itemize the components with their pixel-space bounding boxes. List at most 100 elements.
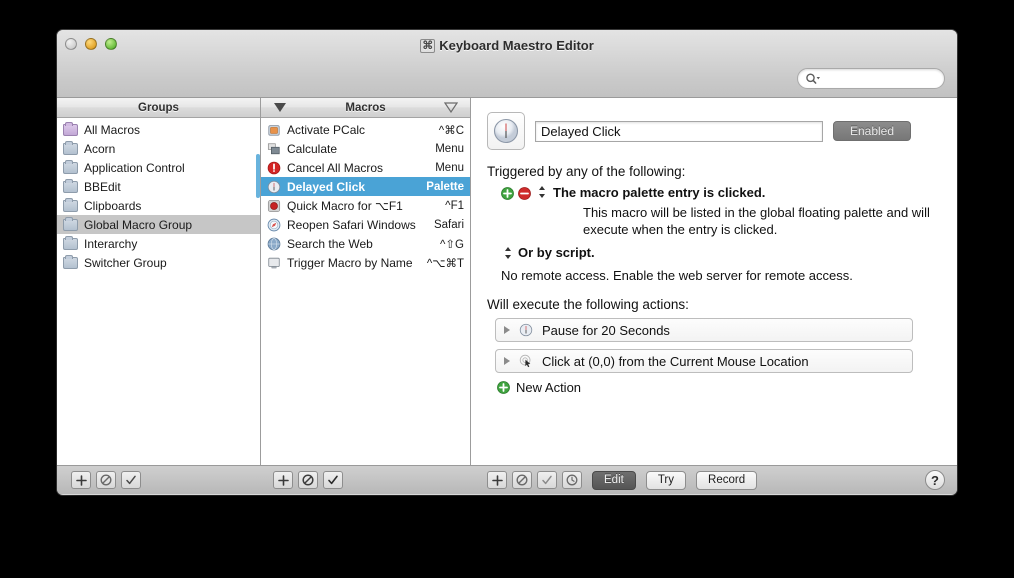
action-row[interactable]: Pause for 20 Seconds xyxy=(495,318,913,342)
new-action-button[interactable]: New Action xyxy=(497,380,941,395)
checkmark-icon xyxy=(328,475,338,485)
macro-label: Delayed Click xyxy=(287,179,366,194)
or-by-script-label[interactable]: Or by script. xyxy=(518,245,595,260)
macro-label: Quick Macro for ⌥F1 xyxy=(287,198,403,213)
disable-macro-button[interactable] xyxy=(298,471,318,489)
trigger-row: The macro palette entry is clicked. xyxy=(501,185,941,200)
macro-row[interactable]: Trigger Macro by Name ^⌥⌘T xyxy=(261,253,470,272)
checkmark-icon xyxy=(542,475,552,485)
no-entry-icon xyxy=(302,474,314,486)
safari-icon xyxy=(267,218,281,231)
remove-trigger-icon[interactable] xyxy=(518,187,531,200)
sort-ascending-arrow[interactable] xyxy=(444,102,458,113)
command-key-icon: ⌘ xyxy=(420,38,436,53)
sort-descending-arrow[interactable] xyxy=(273,102,287,113)
macro-trigger: Safari xyxy=(433,218,464,231)
macro-row[interactable]: Delayed Click Palette xyxy=(261,177,470,196)
clock-icon xyxy=(519,323,533,337)
keyboard-maestro-window: ⌘ Keyboard Maestro Editor Groups All Mac… xyxy=(57,30,957,495)
macros-header-label: Macros xyxy=(345,101,386,114)
disclosure-triangle-icon[interactable] xyxy=(504,326,510,334)
trigger-main-label[interactable]: The macro palette entry is clicked. xyxy=(553,185,765,200)
macros-column-header[interactable]: Macros xyxy=(261,98,470,118)
group-row[interactable]: Global Macro Group xyxy=(57,215,260,234)
record-button[interactable]: Record xyxy=(696,470,758,490)
macro-row[interactable]: Search the Web ^⇧G xyxy=(261,234,470,253)
group-label: Acorn xyxy=(84,141,116,156)
script-stepper-icon[interactable] xyxy=(504,246,512,260)
groups-scrollbar[interactable] xyxy=(256,154,260,198)
windows-icon xyxy=(267,142,280,154)
macro-row[interactable]: Reopen Safari Windows Safari xyxy=(261,215,470,234)
macros-pane: Macros Activate PCalc ^⌘C Calculate Menu Can… xyxy=(261,98,471,465)
group-row[interactable]: All Macros xyxy=(57,120,260,139)
macro-label: Reopen Safari Windows xyxy=(287,217,416,232)
group-label: Clipboards xyxy=(84,198,142,213)
groups-column-header[interactable]: Groups xyxy=(57,98,260,118)
search-field[interactable] xyxy=(797,68,945,89)
macro-row[interactable]: Cancel All Macros Menu xyxy=(261,158,470,177)
folder-icon xyxy=(63,216,78,231)
add-action-icon[interactable] xyxy=(497,381,510,394)
click-icon xyxy=(519,354,531,368)
enabled-toggle-button[interactable]: Enabled xyxy=(833,121,911,141)
edit-button[interactable]: Edit xyxy=(592,470,636,490)
macro-label: Activate PCalc xyxy=(287,122,366,137)
macro-row[interactable]: Quick Macro for ⌥F1 ^F1 xyxy=(261,196,470,215)
enable-macro-button[interactable] xyxy=(323,471,343,489)
new-action-label: New Action xyxy=(516,380,582,395)
actions-toolbar: Edit Try Record xyxy=(487,470,758,490)
macro-header: Enabled xyxy=(487,112,941,150)
folder-icon xyxy=(63,159,78,174)
group-label: Application Control xyxy=(84,160,185,175)
try-button[interactable]: Try xyxy=(645,470,687,490)
search-input[interactable] xyxy=(824,69,938,88)
alert-icon xyxy=(267,161,281,174)
trigger-stepper-icon[interactable] xyxy=(538,185,546,199)
action-row[interactable]: Click at (0,0) from the Current Mouse Lo… xyxy=(495,349,913,373)
folder-purple-icon xyxy=(63,121,78,136)
group-row[interactable]: Clipboards xyxy=(57,196,260,215)
add-macro-button[interactable] xyxy=(273,471,293,489)
macro-row[interactable]: Activate PCalc ^⌘C xyxy=(261,120,470,139)
group-row[interactable]: Application Control xyxy=(57,158,260,177)
group-row[interactable]: BBEdit xyxy=(57,177,260,196)
macro-name-input[interactable] xyxy=(535,120,823,142)
search-icon[interactable] xyxy=(805,72,821,86)
group-label: Global Macro Group xyxy=(84,217,193,232)
group-label: All Macros xyxy=(84,122,141,137)
group-row[interactable]: Switcher Group xyxy=(57,253,260,272)
macro-icon-button[interactable] xyxy=(487,112,525,150)
macro-trigger: ^⌥⌘T xyxy=(426,257,464,270)
group-row[interactable]: Interarchy xyxy=(57,234,260,253)
add-action-button[interactable] xyxy=(487,471,507,489)
timing-button[interactable] xyxy=(562,471,582,489)
action-label: Pause for 20 Seconds xyxy=(542,322,670,338)
remote-access-label: No remote access. Enable the web server … xyxy=(501,268,853,283)
no-entry-icon xyxy=(100,474,112,486)
folder-icon xyxy=(63,197,78,212)
macros-list[interactable]: Activate PCalc ^⌘C Calculate Menu Cancel All… xyxy=(261,118,470,272)
macro-trigger: Menu xyxy=(435,161,464,174)
folder-icon xyxy=(63,178,78,193)
actions-list: Pause for 20 Seconds Click at (0,0) from … xyxy=(487,318,941,373)
add-group-button[interactable] xyxy=(71,471,91,489)
disable-group-button[interactable] xyxy=(96,471,116,489)
macro-row[interactable]: Calculate Menu xyxy=(261,139,470,158)
enable-action-button[interactable] xyxy=(537,471,557,489)
group-label: Switcher Group xyxy=(84,255,167,270)
window-titlebar: ⌘ Keyboard Maestro Editor xyxy=(57,30,957,98)
group-label: Interarchy xyxy=(84,236,138,251)
window-body: Groups All Macros Acorn Application Contro… xyxy=(57,98,957,465)
disclosure-triangle-icon[interactable] xyxy=(504,357,510,365)
disable-action-button[interactable] xyxy=(512,471,532,489)
add-trigger-icon[interactable] xyxy=(501,187,514,200)
plus-icon xyxy=(75,474,87,486)
group-row[interactable]: Acorn xyxy=(57,139,260,158)
help-button[interactable]: ? xyxy=(925,470,945,490)
enable-group-button[interactable] xyxy=(121,471,141,489)
desktop-background: ⌘ Keyboard Maestro Editor Groups All Mac… xyxy=(0,0,1014,578)
window-title-text: Keyboard Maestro Editor xyxy=(439,38,594,53)
groups-list[interactable]: All Macros Acorn Application Control BBEdit… xyxy=(57,118,260,272)
display-icon xyxy=(268,257,280,268)
